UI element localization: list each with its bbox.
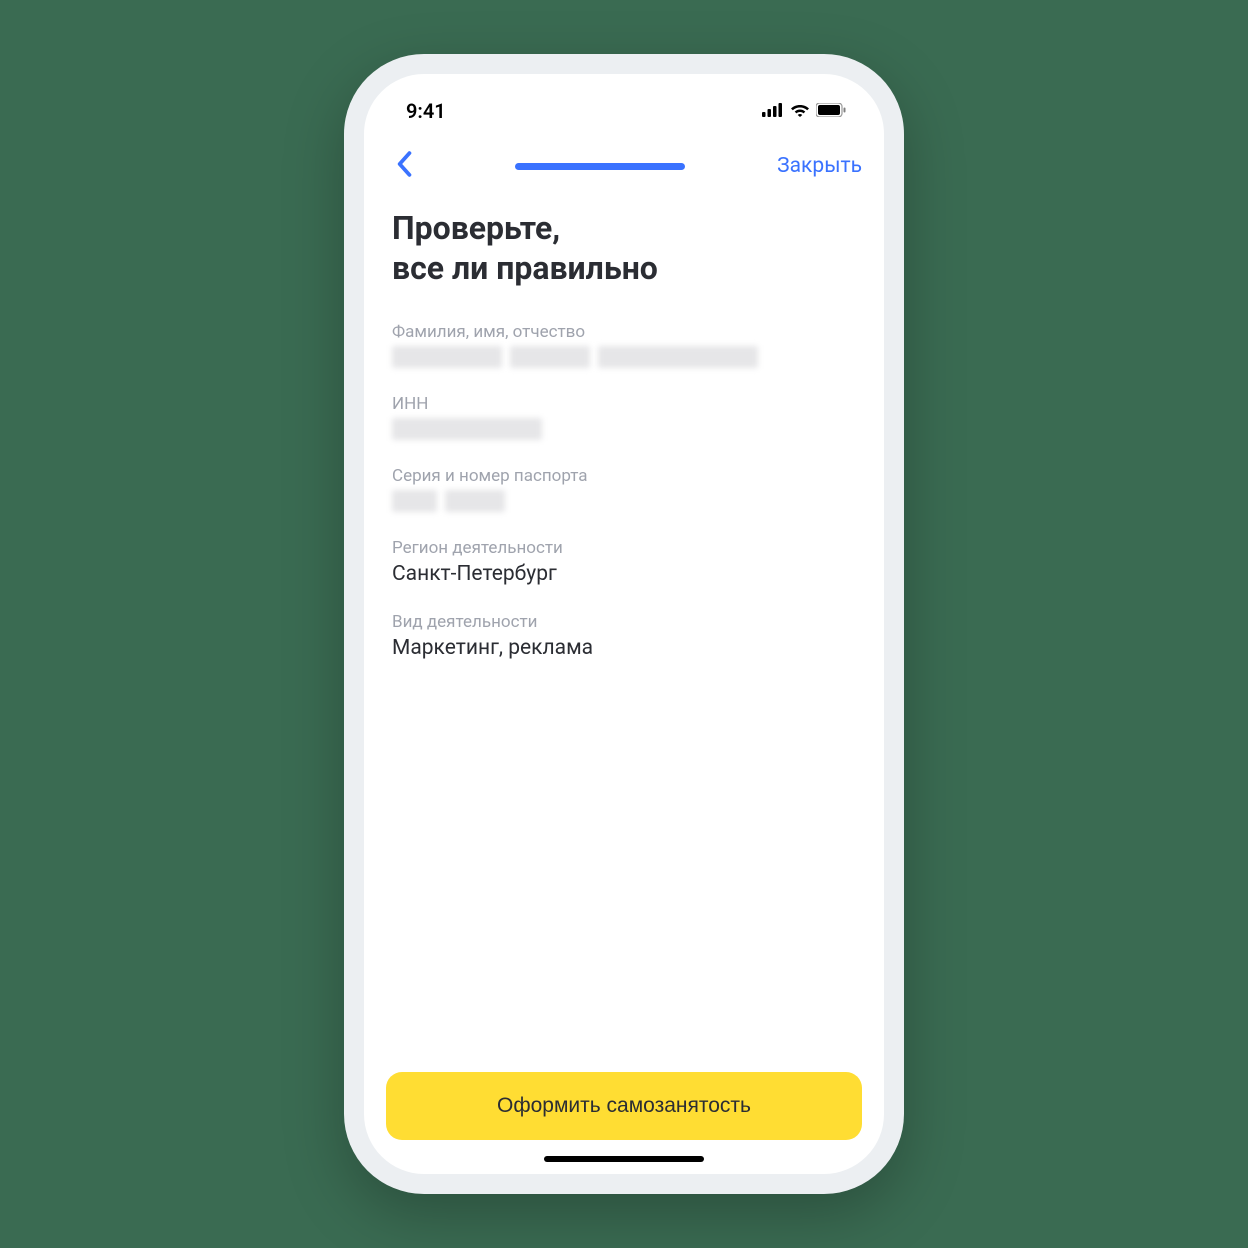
wifi-icon — [790, 102, 810, 121]
nav-bar: Закрыть — [364, 138, 884, 194]
home-indicator[interactable] — [544, 1156, 704, 1162]
inn-label: ИНН — [392, 394, 856, 414]
status-bar: 9:41 — [364, 84, 884, 138]
page-title: Проверьте, все ли правильно — [392, 208, 856, 288]
status-icons — [762, 102, 846, 121]
field-inn: ИНН — [392, 394, 856, 440]
title-line-1: Проверьте, — [392, 209, 560, 247]
field-fullname: Фамилия, имя, отчество — [392, 322, 856, 368]
passport-label: Серия и номер паспорта — [392, 466, 856, 486]
fullname-value-redacted — [392, 346, 856, 368]
field-region: Регион деятельности Санкт-Петербург — [392, 538, 856, 586]
back-button[interactable] — [386, 148, 422, 184]
passport-value-redacted — [392, 490, 856, 512]
submit-button[interactable]: Оформить самозанятость — [386, 1072, 862, 1140]
region-label: Регион деятельности — [392, 538, 856, 558]
field-activity: Вид деятельности Маркетинг, реклама — [392, 612, 856, 660]
field-passport: Серия и номер паспорта — [392, 466, 856, 512]
phone-screen: 9:41 Закрыть — [364, 74, 884, 1174]
chevron-left-icon — [396, 151, 412, 181]
content: Проверьте, все ли правильно Фамилия, имя… — [364, 194, 884, 1072]
fullname-label: Фамилия, имя, отчество — [392, 322, 856, 342]
title-line-2: все ли правильно — [392, 249, 658, 287]
status-time: 9:41 — [406, 99, 446, 123]
close-button[interactable]: Закрыть — [777, 154, 862, 178]
progress-bar — [515, 163, 685, 170]
battery-icon — [816, 102, 846, 121]
activity-value: Маркетинг, реклама — [392, 636, 856, 660]
inn-value-redacted — [392, 418, 856, 440]
cellular-icon — [762, 102, 784, 121]
phone-frame: 9:41 Закрыть — [344, 54, 904, 1194]
region-value: Санкт-Петербург — [392, 562, 856, 586]
activity-label: Вид деятельности — [392, 612, 856, 632]
